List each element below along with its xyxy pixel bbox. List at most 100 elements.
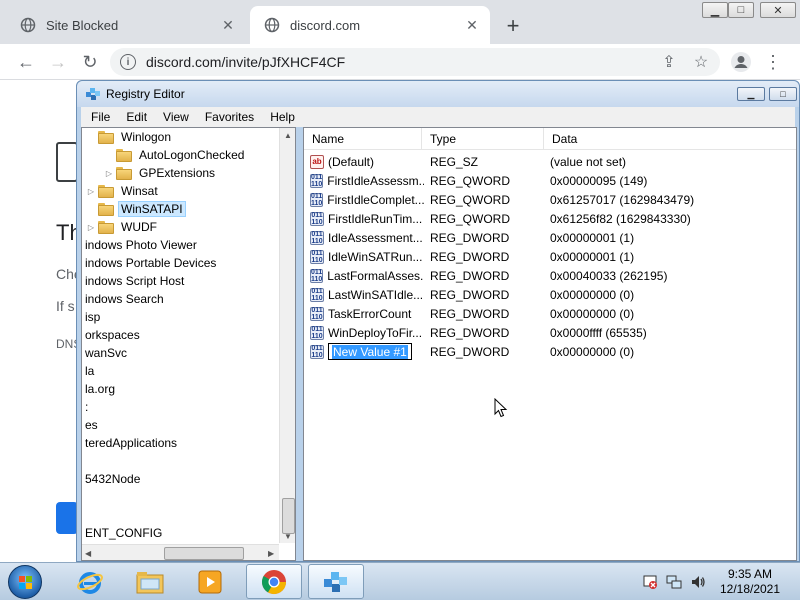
registry-value-row[interactable]: 011 110 FirstIdleAssessm... REG_QWORD 0x0000…	[304, 171, 796, 190]
tree-item[interactable]: teredApplications	[82, 434, 180, 452]
column-header-type[interactable]: Type	[422, 128, 544, 150]
tab-site-blocked[interactable]: Site Blocked ✕	[6, 6, 246, 44]
share-icon[interactable]: ⇪	[658, 48, 680, 76]
tree-item-label: 5432Node	[85, 472, 141, 486]
tree-hscroll-thumb[interactable]	[164, 547, 244, 560]
tree-item[interactable]: indows Photo Viewer	[82, 236, 200, 254]
registry-values-list[interactable]: Name Type Data ab (Default) REG_SZ (value n…	[303, 127, 797, 561]
tree-item[interactable]: isp	[82, 308, 103, 326]
close-icon[interactable]: ✕	[462, 15, 482, 35]
registry-value-row[interactable]: 011 110 IdleAssessment... REG_DWORD 0x000000…	[304, 228, 796, 247]
scroll-up-icon[interactable]: ▲	[284, 131, 292, 140]
regedit-minimize-button[interactable]: ▁	[737, 87, 765, 101]
taskbar-chrome[interactable]	[246, 564, 302, 599]
registry-value-row[interactable]: 011 110 FirstIdleRunTim... REG_QWORD 0x61256…	[304, 209, 796, 228]
registry-value-row[interactable]: 011 110 TaskErrorCount REG_DWORD 0x00000000 …	[304, 304, 796, 323]
tree-item-label: la.org	[85, 382, 116, 396]
scroll-down-icon[interactable]: ▼	[284, 532, 292, 541]
registry-value-row[interactable]: ab (Default) REG_SZ (value not set)	[304, 152, 796, 171]
taskbar-regedit[interactable]	[308, 564, 364, 599]
tree-item-label: teredApplications	[85, 436, 178, 450]
expand-arrow-icon[interactable]: ▷	[86, 187, 96, 196]
tree-item[interactable]: WinSATAPI	[86, 200, 186, 218]
registry-value-row[interactable]: 011 110 FirstIdleComplet... REG_QWORD 0x6125…	[304, 190, 796, 209]
tree-item[interactable]: indows Script Host	[82, 272, 187, 290]
tree-item[interactable]: ▷ WUDF	[86, 218, 160, 236]
globe-icon	[20, 17, 36, 33]
tree-item[interactable]: es	[82, 416, 101, 434]
expand-arrow-icon[interactable]: ▷	[104, 169, 114, 178]
registry-value-row[interactable]: 011 110 LastWinSATIdle... REG_DWORD 0x000000…	[304, 285, 796, 304]
action-center-icon[interactable]	[640, 563, 660, 600]
close-window-button[interactable]: ✕	[760, 2, 796, 18]
tree-item[interactable]: :	[82, 398, 91, 416]
profile-avatar[interactable]	[730, 48, 752, 76]
value-type-cell: REG_SZ	[430, 154, 479, 169]
value-data-cell: 0x00000001 (1)	[550, 249, 635, 264]
system-clock[interactable]: 9:35 AM 12/18/2021	[712, 567, 788, 597]
minimize-button[interactable]: ▁	[702, 2, 728, 18]
star-icon[interactable]: ☆	[690, 48, 712, 76]
scroll-right-icon[interactable]: ▶	[268, 549, 274, 558]
column-header-data[interactable]: Data	[544, 128, 796, 150]
maximize-button[interactable]: □	[728, 2, 754, 18]
back-button[interactable]: ←	[14, 50, 38, 74]
tree-item[interactable]: ▷ GPExtensions	[104, 164, 218, 182]
tree-item[interactable]: wanSvc	[82, 344, 130, 362]
network-icon[interactable]	[664, 563, 684, 600]
tree-item[interactable]: indows Search	[82, 290, 167, 308]
info-icon[interactable]: i	[120, 54, 136, 70]
binary-value-icon: 011 110	[310, 306, 324, 321]
tree-item[interactable]	[82, 506, 88, 524]
tree-scroll-thumb[interactable]	[282, 498, 295, 534]
registry-value-row[interactable]: 011 110 New Value #1 REG_DWORD 0x00000000 (0…	[304, 342, 796, 361]
volume-icon[interactable]	[688, 563, 708, 600]
tree-item[interactable]: AutoLogonChecked	[104, 146, 247, 164]
taskbar-internet-explorer[interactable]	[62, 564, 118, 599]
tree-item[interactable]	[82, 488, 88, 506]
tree-item[interactable]: la	[82, 362, 97, 380]
folder-icon	[116, 166, 132, 180]
regedit-maximize-button[interactable]: □	[769, 87, 797, 101]
registry-value-row[interactable]: 011 110 IdleWinSATRun... REG_DWORD 0x0000000…	[304, 247, 796, 266]
forward-button[interactable]: →	[46, 50, 70, 74]
page-action-button[interactable]	[56, 502, 78, 534]
menu-edit[interactable]: Edit	[116, 110, 153, 124]
taskbar-file-explorer[interactable]	[122, 564, 178, 599]
tree-item[interactable]: ENT_CONFIG	[82, 524, 165, 542]
tree-item[interactable]	[82, 452, 88, 470]
tree-item[interactable]: ▷ Winsat	[86, 182, 161, 200]
menu-favorites[interactable]: Favorites	[195, 110, 260, 124]
tree-item[interactable]: orkspaces	[82, 326, 143, 344]
registry-value-row[interactable]: 011 110 WinDeployToFir... REG_DWORD 0x0000ff…	[304, 323, 796, 342]
tree-horizontal-scrollbar[interactable]: ◀ ▶	[82, 544, 279, 560]
value-type-cell: REG_DWORD	[430, 344, 510, 359]
tree-vertical-scrollbar[interactable]: ▲ ▼	[279, 128, 295, 543]
new-tab-button[interactable]: +	[500, 13, 526, 39]
menu-kebab-icon[interactable]: ⋮	[762, 48, 784, 76]
taskbar-media-player[interactable]	[182, 564, 238, 599]
expand-arrow-icon[interactable]: ▷	[86, 223, 96, 232]
rename-input[interactable]: New Value #1	[328, 343, 412, 360]
menu-file[interactable]: File	[81, 110, 116, 124]
column-header-name[interactable]: Name	[304, 128, 422, 150]
registry-value-row[interactable]: 011 110 LastFormalAsses... REG_DWORD 0x00040…	[304, 266, 796, 285]
menu-help[interactable]: Help	[260, 110, 301, 124]
folder-icon	[116, 148, 132, 162]
value-name: FirstIdleComplet...	[327, 192, 424, 207]
tree-item[interactable]: Winlogon	[86, 128, 174, 146]
regedit-titlebar[interactable]: Registry Editor ▁ □	[77, 81, 799, 107]
registry-tree[interactable]: ENT_CONFIG 5432Node teredApplications es: la…	[81, 127, 296, 561]
address-bar[interactable]: i discord.com/invite/pJfXHCF4CF	[110, 48, 720, 76]
start-button[interactable]	[8, 565, 42, 599]
menu-view[interactable]: View	[153, 110, 195, 124]
tree-item[interactable]: indows Portable Devices	[82, 254, 219, 272]
close-icon[interactable]: ✕	[218, 15, 238, 35]
values-list-header: Name Type Data	[304, 128, 796, 150]
tab-discord[interactable]: discord.com ✕	[250, 6, 490, 44]
scroll-left-icon[interactable]: ◀	[85, 549, 91, 558]
value-name-cell: 011 110 LastFormalAsses...	[310, 266, 424, 285]
tree-item[interactable]: la.org	[82, 380, 118, 398]
tree-item[interactable]: 5432Node	[82, 470, 143, 488]
reload-button[interactable]: ↻	[78, 50, 102, 74]
